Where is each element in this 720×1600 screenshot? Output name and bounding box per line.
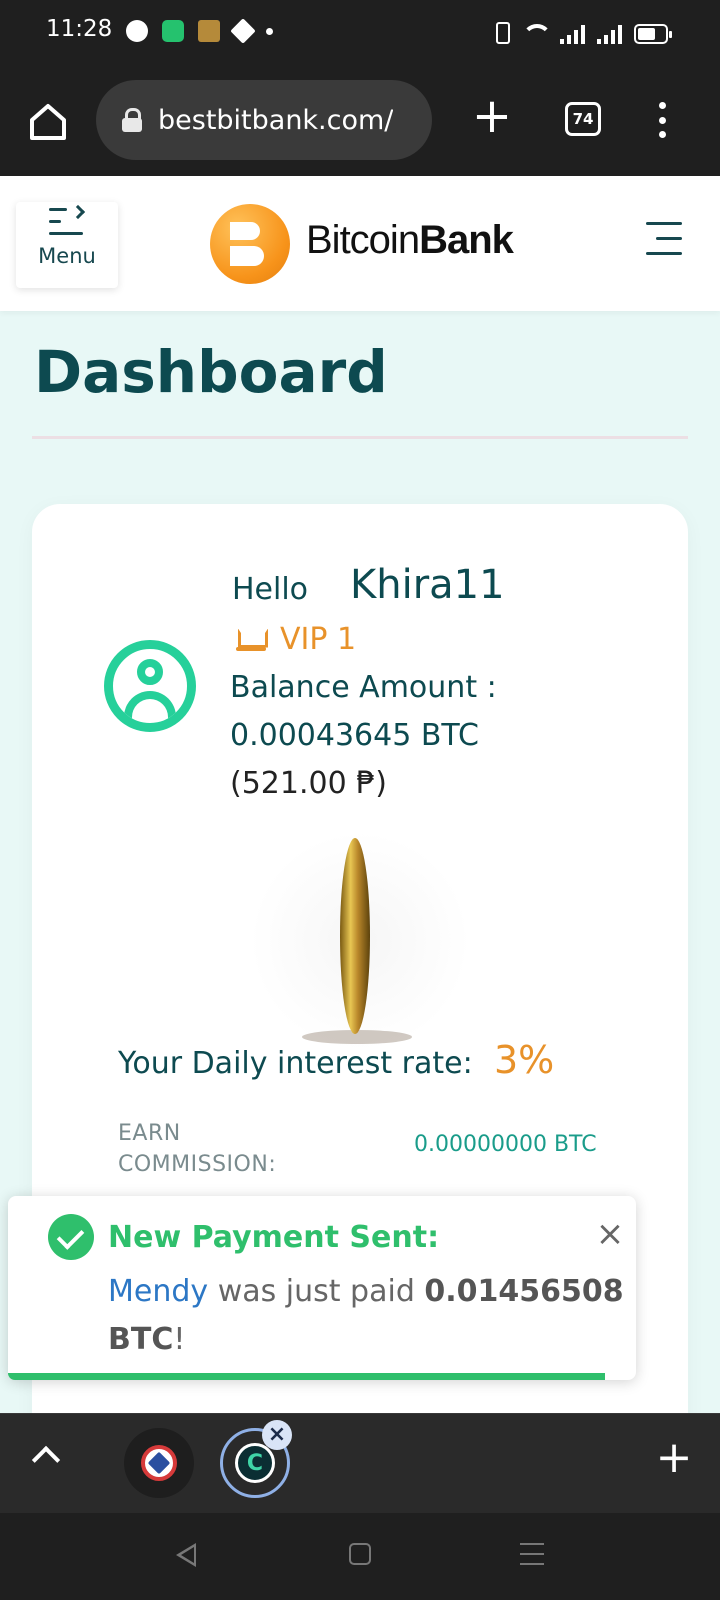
chevron-up-icon[interactable] <box>31 1445 61 1475</box>
interest-rate-value: 3% <box>494 1038 555 1082</box>
toast-message-middle: was just paid <box>208 1274 425 1309</box>
vip-level: VIP 1 <box>280 622 357 657</box>
system-nav-bar <box>0 1513 720 1600</box>
brand-name[interactable]: BitcoinBank <box>306 218 514 263</box>
binance-icon <box>230 18 256 44</box>
game-app-icon <box>198 20 220 42</box>
close-tab-icon[interactable]: × <box>262 1420 292 1450</box>
site-favicon-icon <box>141 1445 177 1481</box>
menu-icon <box>47 204 87 240</box>
balance-php: (521.00 ₱) <box>230 766 388 801</box>
toast-suffix: ! <box>173 1322 186 1357</box>
user-avatar-icon <box>104 640 196 732</box>
spinning-coin-image <box>252 834 468 1048</box>
page-title: Dashboard <box>34 338 388 406</box>
status-time: 11:28 <box>46 16 113 42</box>
site-header: Menu BitcoinBank <box>0 176 720 311</box>
add-tab-icon[interactable]: + <box>654 1436 694 1480</box>
dot-icon <box>266 27 273 35</box>
tab-thumbnail[interactable] <box>124 1428 194 1498</box>
browser-toolbar: bestbitbank.com/ + 74 <box>0 64 720 176</box>
brand-name-bold: Bank <box>419 218 514 262</box>
more-menu-icon[interactable] <box>656 102 668 138</box>
toast-title: New Payment Sent: <box>108 1220 440 1255</box>
home-icon[interactable] <box>26 100 70 144</box>
recents-icon[interactable] <box>520 1543 544 1565</box>
notification-icons <box>126 18 273 44</box>
balance-label: Balance Amount : <box>230 670 497 705</box>
new-tab-button[interactable]: + <box>468 92 516 142</box>
earn-commission-label: EARN COMMISSION: <box>118 1121 277 1177</box>
brand-name-regular: Bitcoin <box>306 218 420 262</box>
earn-commission-value: 0.00000000 BTC <box>414 1132 597 1157</box>
site-favicon-icon: C <box>235 1443 275 1483</box>
toast-message: Mendy was just paid 0.01456508 BTC! <box>108 1268 630 1364</box>
tab-group-strip: C × + <box>0 1413 720 1513</box>
balance-btc: 0.00043645 BTC <box>230 718 479 753</box>
toast-recipient: Mendy <box>108 1274 209 1309</box>
menu-button[interactable]: Menu <box>16 202 118 288</box>
tab-switcher-button[interactable]: 74 <box>565 102 601 136</box>
messenger-icon <box>126 20 148 42</box>
url-text: bestbitbank.com/ <box>158 104 394 136</box>
vip-badge: VIP 1 <box>236 622 356 657</box>
greeting: Hello <box>232 572 309 607</box>
signal-icon <box>560 24 585 44</box>
bitcoinbank-logo-icon[interactable] <box>210 204 290 284</box>
crown-icon <box>236 627 266 653</box>
close-icon[interactable]: × <box>594 1217 626 1251</box>
back-icon[interactable] <box>176 1543 196 1567</box>
hamburger-icon[interactable] <box>644 222 682 256</box>
signal-icon <box>597 24 622 44</box>
vibrate-icon <box>496 22 510 44</box>
payment-toast: New Payment Sent: × Mendy was just paid … <box>8 1196 636 1380</box>
menu-label: Menu <box>38 244 96 268</box>
home-nav-icon[interactable] <box>349 1543 371 1565</box>
lock-icon <box>122 108 142 132</box>
status-bar: 11:28 <box>0 0 720 64</box>
check-circle-icon <box>48 1214 94 1260</box>
toast-progress-bar <box>8 1373 605 1380</box>
username: Khira11 <box>350 562 505 608</box>
wifi-icon <box>522 24 552 44</box>
address-bar[interactable]: bestbitbank.com/ <box>96 80 432 160</box>
system-icons <box>496 18 672 44</box>
battery-app-icon <box>162 20 184 42</box>
battery-icon <box>634 24 672 44</box>
title-divider <box>32 436 688 439</box>
interest-rate-label: Your Daily interest rate: <box>118 1046 473 1081</box>
